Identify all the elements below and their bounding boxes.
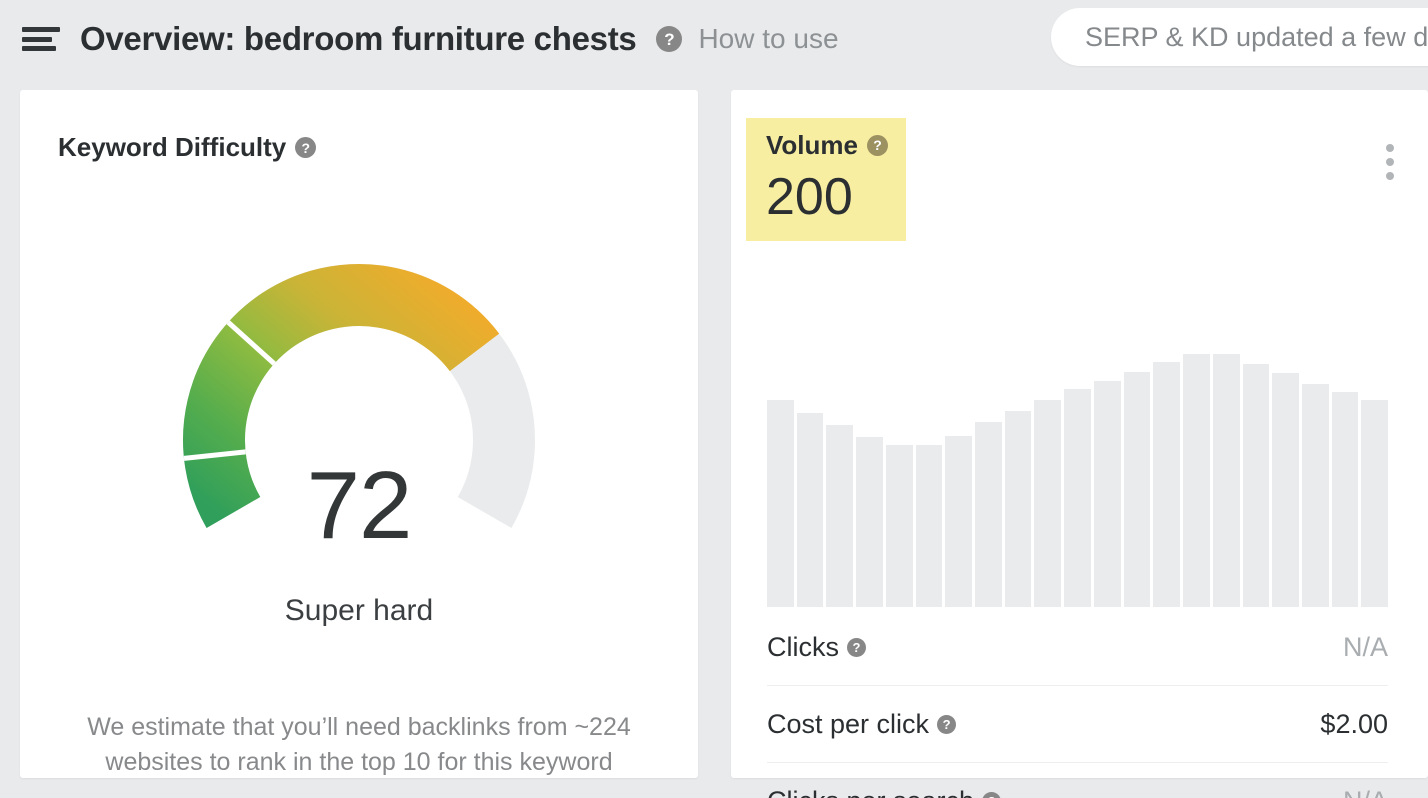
bar-11 bbox=[1064, 389, 1091, 607]
bar-21 bbox=[1361, 400, 1389, 607]
keyword-difficulty-footer: We estimate that you’ll need backlinks f… bbox=[87, 713, 631, 776]
volume-metrics-list: Clicks? N/A Cost per click? $2.00 Clicks per… bbox=[767, 609, 1388, 798]
update-status-pill[interactable]: SERP & KD updated a few days ago bbox=[1051, 8, 1428, 66]
help-icon[interactable]: ? bbox=[866, 134, 888, 156]
volume-label-text: Volume bbox=[766, 130, 858, 160]
metric-name-text: Clicks bbox=[767, 631, 839, 662]
hamburger-line bbox=[22, 46, 56, 51]
volume-value: 200 bbox=[766, 168, 853, 226]
bar-15 bbox=[1183, 354, 1210, 607]
bar-13 bbox=[1123, 371, 1151, 607]
keyword-difficulty-title-text: Keyword Difficulty bbox=[58, 132, 287, 162]
bar-7 bbox=[945, 435, 973, 607]
keyword-difficulty-rating: Super hard bbox=[284, 594, 434, 627]
kebab-menu-icon[interactable] bbox=[1382, 140, 1398, 184]
kebab-dot bbox=[1386, 172, 1394, 180]
metric-name-text: Cost per click bbox=[767, 708, 930, 739]
hamburger-line bbox=[22, 36, 52, 42]
bar-3 bbox=[826, 424, 854, 607]
keyword-difficulty-gauge: 72 Super hard bbox=[20, 230, 698, 627]
volume-bar-chart bbox=[767, 335, 1389, 607]
help-icon[interactable]: ? bbox=[982, 792, 1002, 798]
metric-row: Clicks per search? N/A bbox=[767, 763, 1388, 798]
bar-14 bbox=[1153, 362, 1181, 607]
metric-name: Clicks per search? bbox=[767, 786, 1002, 798]
bar-2 bbox=[796, 412, 824, 607]
bar-4 bbox=[856, 437, 883, 607]
help-icon[interactable]: ? bbox=[295, 137, 317, 158]
help-icon[interactable]: ? bbox=[656, 26, 683, 52]
bar-19 bbox=[1301, 383, 1329, 607]
volume-highlight-block: Volume ? 200 bbox=[746, 118, 906, 241]
keyword-difficulty-title: Keyword Difficulty ? bbox=[58, 132, 317, 163]
bar-9 bbox=[1004, 411, 1032, 607]
metric-value: N/A bbox=[1342, 631, 1388, 662]
metric-name: Clicks? bbox=[767, 632, 866, 663]
volume-label: Volume ? bbox=[766, 132, 888, 158]
bar-12 bbox=[1093, 381, 1121, 607]
keyword-difficulty-card: Keyword Difficulty ? 72 Super hard We es… bbox=[20, 90, 698, 778]
bar-1 bbox=[767, 400, 794, 607]
metric-row: Cost per click? $2.00 bbox=[767, 686, 1388, 763]
metric-name: Cost per click? bbox=[767, 708, 957, 740]
metric-value: N/A bbox=[1343, 786, 1388, 798]
help-icon[interactable]: ? bbox=[937, 714, 957, 734]
bar-17 bbox=[1242, 363, 1270, 607]
bar-8 bbox=[975, 422, 1002, 607]
kebab-dot bbox=[1386, 144, 1394, 152]
metric-row: Clicks? N/A bbox=[767, 609, 1388, 686]
keyword-difficulty-value: 72 bbox=[306, 452, 413, 559]
metric-value: $2.00 bbox=[1320, 708, 1388, 739]
help-icon[interactable]: ? bbox=[847, 637, 866, 657]
hamburger-line bbox=[22, 27, 60, 32]
hamburger-icon[interactable] bbox=[18, 22, 64, 56]
metric-name-text: Clicks per search bbox=[767, 786, 974, 798]
kebab-dot bbox=[1386, 158, 1394, 166]
bar-20 bbox=[1331, 392, 1359, 607]
volume-card: Volume ? 200 Clicks? N/A Cost per click? $2… bbox=[731, 90, 1428, 798]
bar-5 bbox=[885, 445, 913, 607]
overview-page: Overview: bedroom furniture chests ? How… bbox=[0, 0, 1428, 798]
how-to-use-link[interactable]: How to use bbox=[698, 23, 838, 55]
bar-18 bbox=[1272, 373, 1299, 607]
bar-16 bbox=[1212, 354, 1240, 607]
bar-6 bbox=[915, 445, 943, 607]
bar-10 bbox=[1034, 400, 1062, 607]
page-title: Overview: bedroom furniture chests bbox=[80, 20, 637, 57]
